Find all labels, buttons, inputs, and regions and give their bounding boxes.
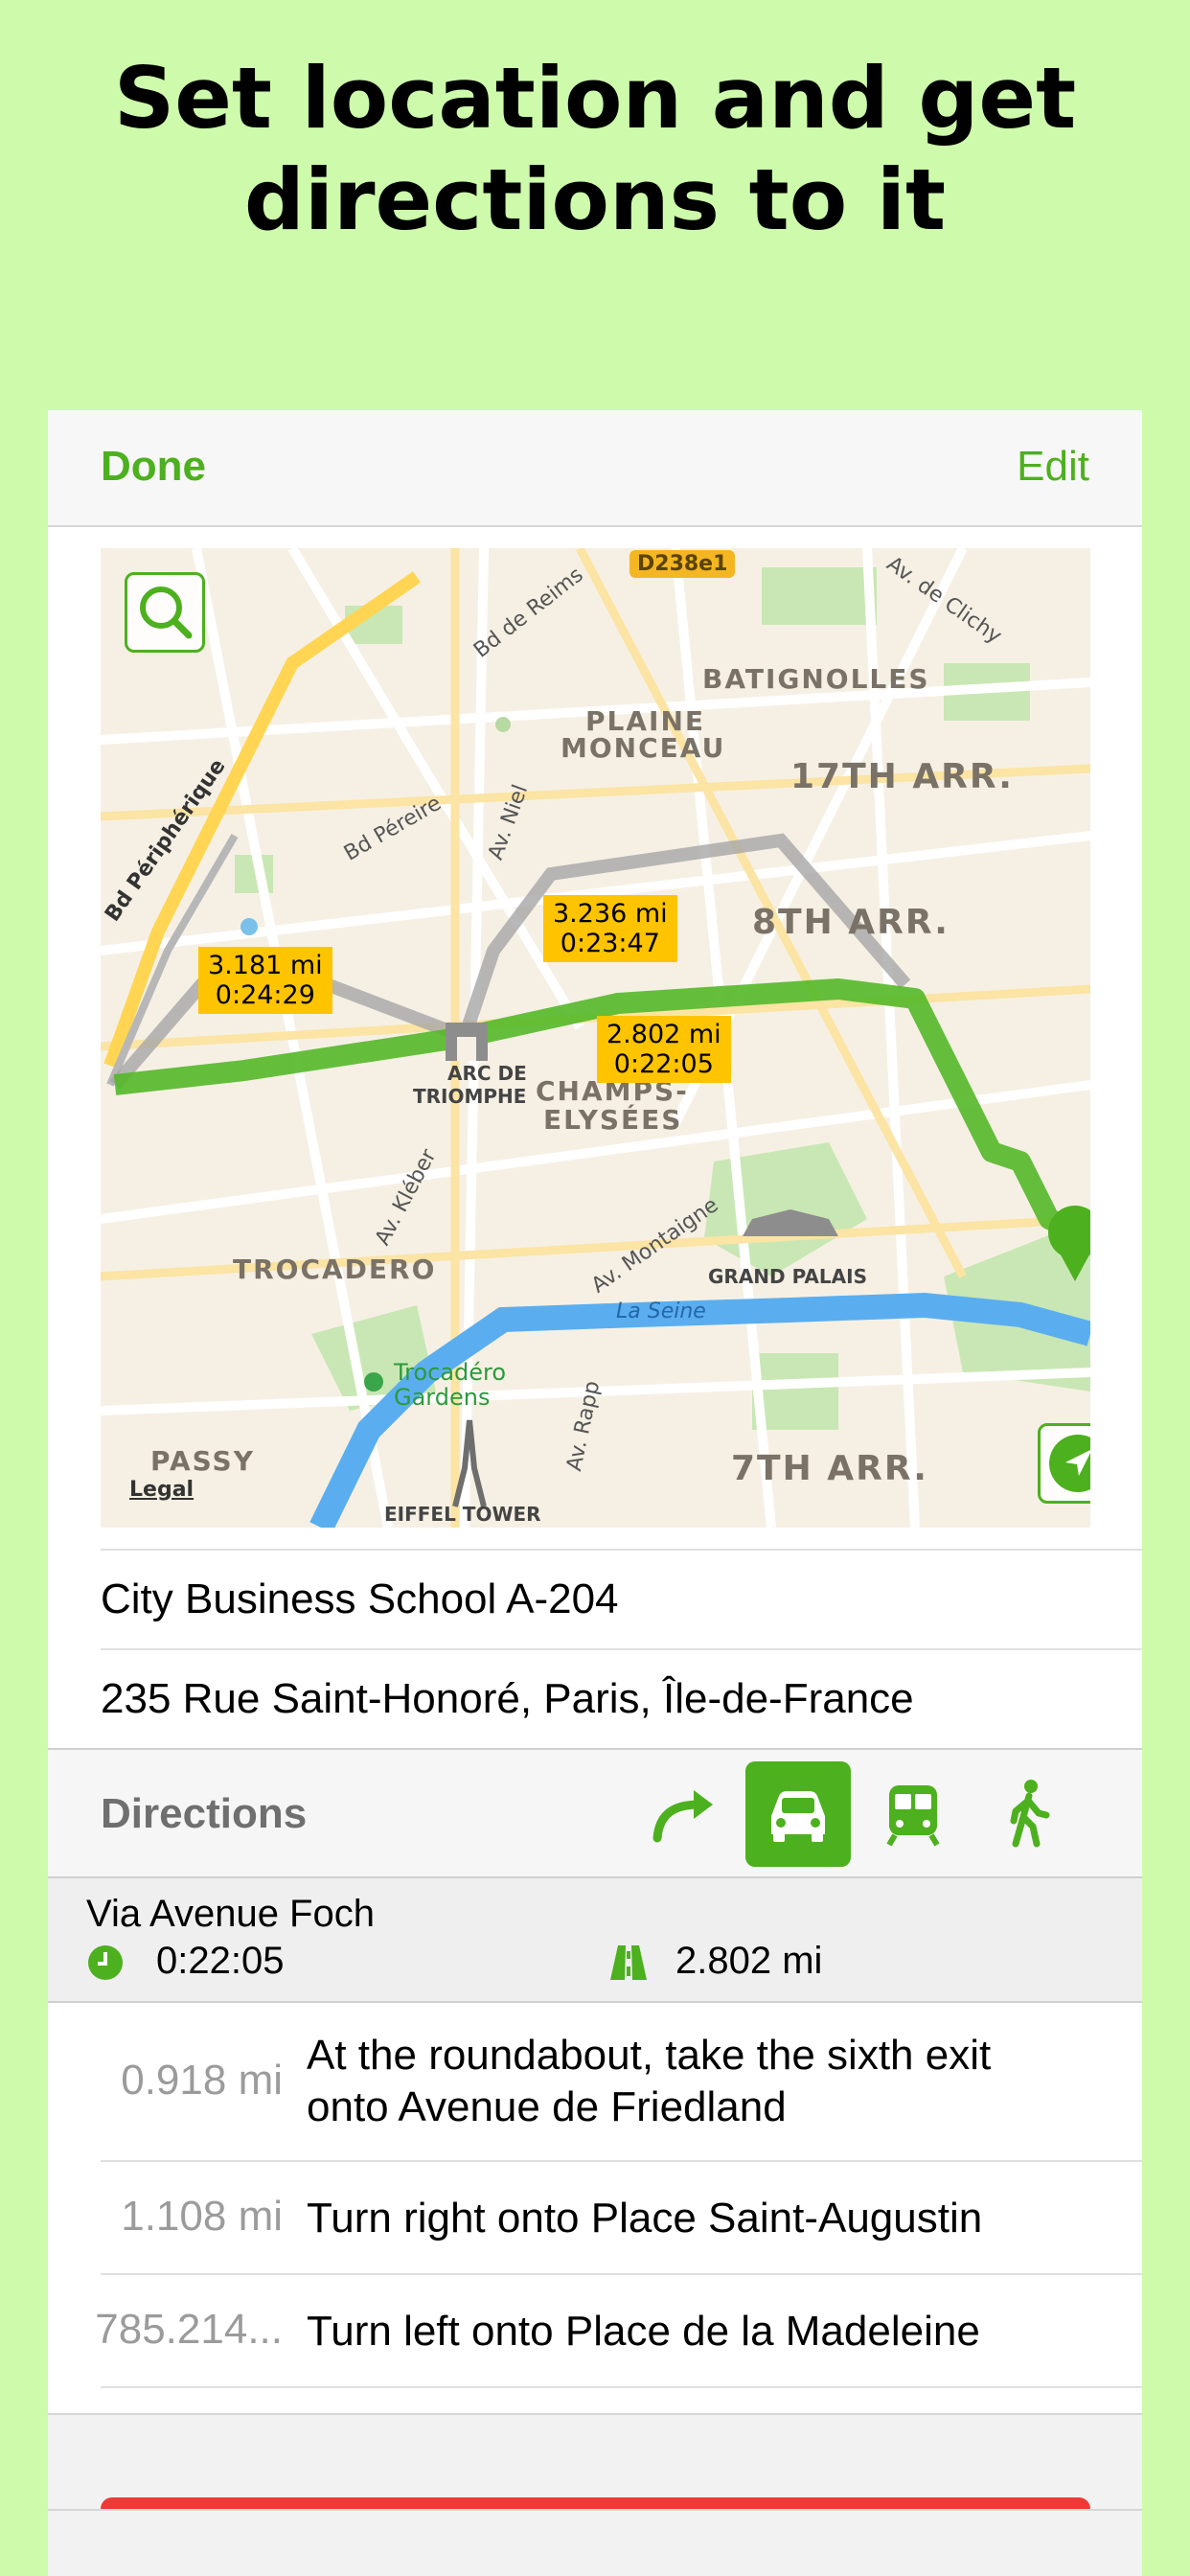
bottom-toolbar (48, 2509, 1142, 2576)
direction-step[interactable]: 0.918 mi At the roundabout, take the six… (101, 2003, 1142, 2162)
route-time: 0:22:05 (156, 1940, 285, 1982)
label-monceau: MONCEAU (561, 732, 726, 764)
mode-transit-button[interactable] (860, 1761, 966, 1867)
callout-time: 0:23:47 (560, 929, 660, 958)
headline-text: Set location and get directions to it (113, 49, 1077, 249)
label-17th-arr: 17TH ARR. (790, 757, 1014, 796)
callout-distance: 2.802 mi (606, 1020, 721, 1049)
route-via: Via Avenue Foch (86, 1893, 375, 1935)
walk-icon (1010, 1780, 1050, 1848)
step-instruction-line-1: At the roundabout, take the sixth exit (307, 2032, 992, 2079)
mode-walk-button[interactable] (975, 1761, 1081, 1867)
label-triomphe: TRIOMPHE (413, 1085, 527, 1108)
route-summary[interactable]: Via Avenue Foch 0:22:05 2.802 mi (48, 1878, 1142, 2003)
route-distance: 2.802 mi (675, 1940, 823, 1982)
location-address: 235 Rue Saint-Honoré, Paris, Île-de-Fran… (101, 1675, 914, 1722)
label-7th-arr: 7TH ARR. (731, 1449, 928, 1488)
step-instruction: At the roundabout, take the sixth exit o… (307, 2030, 991, 2133)
label-passy: PASSY (150, 1445, 255, 1477)
step-instruction: Turn left onto Place de la Madeleine (307, 2308, 980, 2355)
mode-directions-button[interactable] (630, 1761, 736, 1867)
road-icon (610, 1945, 647, 1980)
edit-button[interactable]: Edit (1017, 443, 1089, 491)
location-name-row[interactable]: City Business School A-204 (101, 1549, 1142, 1648)
callout-time: 0:22:05 (613, 1049, 714, 1079)
phone-screen: Done Edit D238e1 BATIGNOLLES PLAINE MONC… (48, 410, 1142, 2576)
callout-time: 0:24:29 (215, 980, 315, 1010)
turn-arrow-icon (652, 1790, 713, 1843)
current-location-button[interactable] (1038, 1423, 1090, 1504)
label-grand-palais: GRAND PALAIS (708, 1265, 867, 1288)
train-icon (886, 1785, 940, 1847)
map-search-button[interactable] (125, 572, 205, 653)
route-callout-3[interactable]: 2.802 mi 0:22:05 (597, 1016, 731, 1083)
route-callout-1[interactable]: 3.181 mi 0:24:29 (198, 947, 332, 1014)
directions-header: Directions (48, 1748, 1142, 1878)
directions-title: Directions (101, 1790, 308, 1837)
map-legal-link[interactable]: Legal (129, 1478, 194, 1502)
step-instruction: Turn right onto Place Saint-Augustin (307, 2195, 983, 2242)
label-eiffel-tower: EIFFEL TOWER (384, 1503, 541, 1526)
headline: Set location and get directions to it (0, 48, 1190, 250)
clock-icon (88, 1945, 123, 1980)
callout-distance: 3.181 mi (208, 951, 323, 980)
location-arrow-icon (1049, 1435, 1090, 1492)
label-batignolles: BATIGNOLLES (702, 663, 930, 695)
label-trocadero-gardens-2: Gardens (394, 1384, 491, 1411)
callout-distance: 3.236 mi (553, 899, 668, 929)
label-8th-arr: 8TH ARR. (752, 903, 950, 942)
search-icon (140, 586, 193, 639)
navigation-bar: Done Edit (48, 410, 1142, 527)
map-base (101, 548, 1090, 1528)
label-d238: D238e1 (629, 550, 736, 578)
label-trocadero-gardens: Trocadéro (394, 1359, 507, 1386)
label-arc-de: ARC DE (447, 1062, 527, 1085)
step-instruction-line-2: onto Avenue de Friedland (307, 2083, 787, 2130)
location-name: City Business School A-204 (101, 1576, 619, 1622)
direction-step[interactable]: 1.108 mi Turn right onto Place Saint-Aug… (101, 2162, 1142, 2275)
mode-car-button[interactable] (745, 1761, 851, 1867)
map-view[interactable]: D238e1 BATIGNOLLES PLAINE MONCEAU 17TH A… (101, 548, 1090, 1528)
route-callout-2[interactable]: 3.236 mi 0:23:47 (543, 895, 677, 962)
step-distance: 0.918 mi (121, 2057, 283, 2104)
location-address-row[interactable]: 235 Rue Saint-Honoré, Paris, Île-de-Fran… (101, 1648, 1142, 1748)
label-la-seine: La Seine (616, 1300, 706, 1323)
label-elysees: ELYSÉES (543, 1104, 683, 1136)
step-distance: 785.214... (95, 2306, 283, 2353)
step-distance: 1.108 mi (121, 2193, 283, 2240)
label-trocadero: TROCADERO (233, 1254, 437, 1285)
car-icon (771, 1791, 825, 1842)
done-button[interactable]: Done (101, 443, 206, 491)
direction-step[interactable]: 785.214... Turn left onto Place de la Ma… (95, 2275, 1142, 2388)
